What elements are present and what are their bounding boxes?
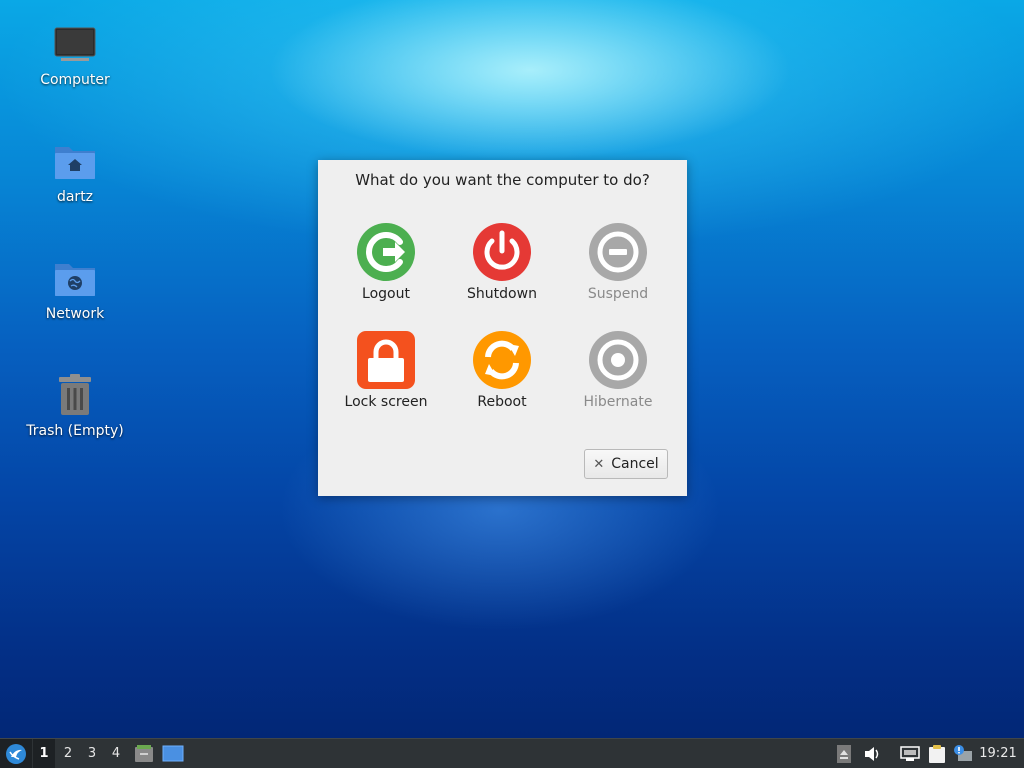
taskbar: 1 2 3 4 19:21 (0, 738, 1024, 768)
desktop-icon-label: Network (45, 306, 105, 322)
desktop: Computer dartz Network Trash (Empty) Wha… (0, 0, 1024, 768)
desktop-icon-label: dartz (56, 189, 94, 205)
network-icon (900, 745, 920, 761)
workspace-4[interactable]: 4 (105, 739, 127, 768)
update-notifier[interactable] (950, 739, 976, 768)
hibernate-button[interactable]: Hibernate (563, 330, 673, 410)
network-folder-icon (51, 254, 99, 302)
notification-icon (954, 744, 972, 761)
lubuntu-logo-icon (6, 743, 26, 764)
workspace-2[interactable]: 2 (57, 739, 79, 768)
desktop-icon-trash[interactable]: Trash (Empty) (20, 371, 130, 439)
suspend-icon (589, 223, 647, 281)
up-arrow-icon (837, 744, 851, 763)
show-desktop-launcher[interactable] (161, 739, 185, 768)
clipboard-icon (929, 744, 945, 763)
reboot-button[interactable]: Reboot (447, 330, 557, 410)
workspace-3[interactable]: 3 (81, 739, 103, 768)
clock[interactable]: 19:21 (976, 739, 1020, 768)
action-label: Suspend (587, 286, 649, 302)
cancel-label: Cancel (611, 456, 659, 472)
action-label: Lock screen (344, 394, 428, 410)
workspace-1[interactable]: 1 (33, 739, 55, 768)
file-manager-icon (135, 744, 153, 762)
suspend-button[interactable]: Suspend (563, 222, 673, 302)
trash-icon (51, 371, 99, 419)
volume-control[interactable] (860, 739, 884, 768)
action-label: Shutdown (467, 286, 537, 302)
logout-button[interactable]: Logout (331, 222, 441, 302)
home-folder-icon (51, 137, 99, 185)
desktop-icon-label: Computer (40, 72, 110, 88)
action-label: Logout (362, 286, 410, 302)
logout-dialog: What do you want the computer to do? Log… (318, 160, 687, 496)
volume-icon (865, 746, 879, 761)
desktop-icon-home[interactable]: dartz (20, 137, 130, 205)
power-icon (473, 223, 531, 281)
cancel-button[interactable]: ✕ Cancel (584, 449, 668, 479)
start-menu-button[interactable] (0, 739, 32, 768)
clipboard-manager[interactable] (925, 739, 949, 768)
network-status[interactable] (897, 739, 923, 768)
action-label: Reboot (477, 394, 527, 410)
shutdown-button[interactable]: Shutdown (447, 222, 557, 302)
hibernate-icon (589, 331, 647, 389)
action-label: Hibernate (583, 394, 653, 410)
lock-screen-button[interactable]: Lock screen (331, 330, 441, 410)
desktop-icon-network[interactable]: Network (20, 254, 130, 322)
dialog-title: What do you want the computer to do? (355, 171, 650, 189)
tray-expand-button[interactable] (834, 739, 854, 768)
logout-icon (357, 223, 415, 281)
show-desktop-icon (162, 745, 184, 762)
reboot-icon (473, 331, 531, 389)
close-icon: ✕ (593, 456, 605, 472)
desktop-icon-label: Trash (Empty) (26, 423, 124, 439)
lock-icon (357, 331, 415, 389)
desktop-icon-computer[interactable]: Computer (20, 20, 130, 88)
file-manager-launcher[interactable] (133, 739, 155, 768)
computer-icon (51, 20, 99, 68)
